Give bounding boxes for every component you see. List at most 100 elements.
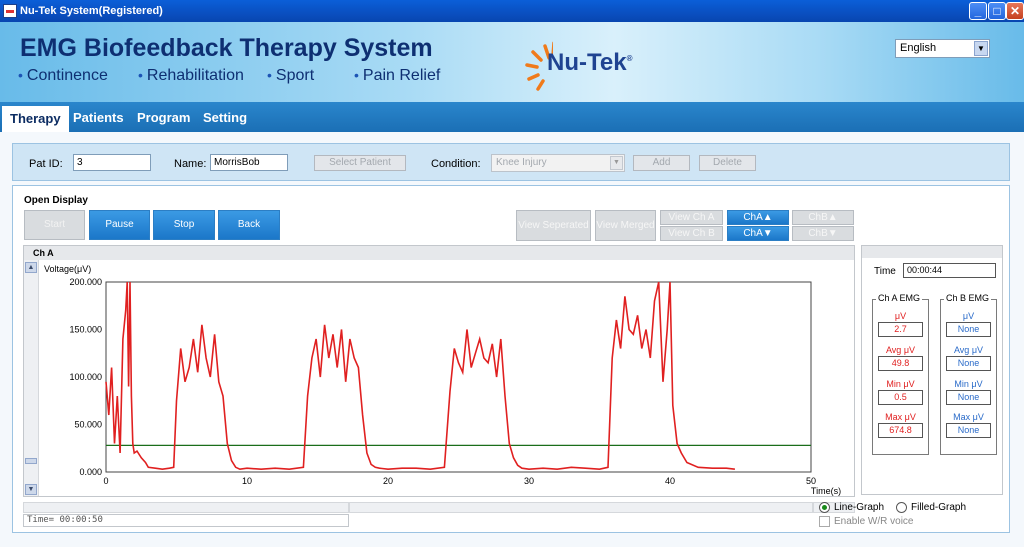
maximize-button[interactable]: □ <box>988 2 1006 20</box>
x-tick-label: 50 <box>806 476 816 486</box>
x-tick-label: 20 <box>383 476 393 486</box>
cha-min-label: Min μV <box>886 379 915 389</box>
nu-tek-logo: Nu-Tek® <box>523 34 653 94</box>
window-title: Nu-Tek System(Registered) <box>20 5 163 17</box>
x-tick-label: 30 <box>524 476 534 486</box>
cha-avg-value: 49.8 <box>878 356 923 371</box>
cha-avg-label: Avg μV <box>885 345 916 355</box>
chb-emg-title: Ch B EMG <box>944 293 992 303</box>
chb-avg-value: None <box>946 356 991 371</box>
pause-button[interactable]: Pause <box>89 210 150 240</box>
scroll-down-icon[interactable]: ▼ <box>25 484 37 495</box>
vertical-scrollbar[interactable]: ▲ ▼ <box>24 260 39 496</box>
name-field[interactable]: MorrisBob <box>210 154 288 171</box>
cha-down-button[interactable]: ChA▼ <box>727 226 789 241</box>
x-tick-label: 10 <box>242 476 252 486</box>
feature-item: Continence <box>18 67 108 85</box>
emg-readings-panel: Time 00:00:44 Ch A EMG μV 2.7 Avg μV 49.… <box>861 245 1003 495</box>
view-ch-a-button[interactable]: View Ch A <box>660 210 723 225</box>
horizontal-scrollbar[interactable] <box>23 502 349 513</box>
tab-patients[interactable]: Patients <box>73 110 124 125</box>
chevron-down-icon: ▼ <box>610 156 623 170</box>
x-tick-label: 0 <box>103 476 108 486</box>
chb-min-label: Min μV <box>954 379 983 389</box>
chb-up-button[interactable]: ChB▲ <box>792 210 854 225</box>
feature-item: Sport <box>267 67 314 85</box>
back-button[interactable]: Back <box>218 210 280 240</box>
scroll-up-icon[interactable]: ▲ <box>25 262 37 273</box>
minimize-button[interactable]: _ <box>969 2 987 20</box>
cha-max-label: Max μV <box>885 412 916 422</box>
cha-up-button[interactable]: ChA▲ <box>727 210 789 225</box>
view-separated-button[interactable]: View Seperated <box>516 210 591 241</box>
cha-emg-group: Ch A EMG μV 2.7 Avg μV 49.8 Min μV 0.5 M… <box>872 293 929 455</box>
line-graph-label: Line-Graph <box>834 502 885 513</box>
feature-item: Rehabilitation <box>138 67 244 85</box>
condition-select[interactable]: Knee Injury ▼ <box>491 154 625 172</box>
cha-min-value: 0.5 <box>878 390 923 405</box>
chb-uv-label: μV <box>962 311 975 321</box>
voice-checkbox[interactable] <box>819 516 830 527</box>
channel-label: Ch A <box>24 246 854 260</box>
y-tick-label: 50.000 <box>74 420 102 430</box>
y-tick-label: 0.000 <box>79 467 102 477</box>
patient-panel: Pat ID: 3 Name: MorrisBob Select Patient… <box>12 143 1010 181</box>
voice-label: Enable W/R voice <box>834 516 914 527</box>
feature-item: Pain Relief <box>354 67 440 85</box>
tab-setting[interactable]: Setting <box>203 110 247 125</box>
y-tick-label: 100.000 <box>69 372 102 382</box>
app-icon <box>3 4 17 18</box>
filled-graph-label: Filled-Graph <box>911 502 967 513</box>
cha-max-value: 674.8 <box>878 423 923 438</box>
cha-emg-title: Ch A EMG <box>876 293 923 303</box>
name-label: Name: <box>174 158 207 170</box>
side-header <box>862 246 1002 258</box>
time-value: 00:00:44 <box>903 263 996 278</box>
chb-uv-value: None <box>946 322 991 337</box>
select-patient-button[interactable]: Select Patient <box>314 155 406 171</box>
display-title: Open Display <box>24 195 88 206</box>
pat-id-label: Pat ID: <box>29 158 63 170</box>
app-title: EMG Biofeedback Therapy System <box>20 34 433 62</box>
chb-min-value: None <box>946 390 991 405</box>
display-panel: Open Display Start Pause Stop Back View … <box>12 185 1010 533</box>
time-readout: Time= 00:00:50 <box>23 514 349 527</box>
x-tick-label: 40 <box>665 476 675 486</box>
time-label: Time <box>874 266 896 277</box>
emg-chart: Voltage(μV) Time(s) 0.000 50.000 100.000 15… <box>44 264 841 496</box>
close-button[interactable]: ✕ <box>1006 2 1024 20</box>
language-select[interactable]: English ▼ <box>895 39 990 58</box>
view-merged-button[interactable]: View Merged <box>595 210 656 241</box>
language-value: English <box>900 42 937 54</box>
logo-text: Nu-Tek® <box>547 49 633 76</box>
tab-therapy[interactable]: Therapy <box>2 106 69 132</box>
line-graph-radio[interactable] <box>819 502 830 513</box>
tab-program[interactable]: Program <box>137 110 190 125</box>
chart-frame: Ch A ▲ ▼ Voltage(μV) Time(s) 0.000 50.000… <box>23 245 855 497</box>
chb-max-label: Max μV <box>953 412 984 422</box>
main-tabs: Therapy Patients Program Setting <box>0 102 1024 132</box>
start-button[interactable]: Start <box>24 210 85 240</box>
condition-label: Condition: <box>431 158 481 170</box>
chb-avg-label: Avg μV <box>953 345 984 355</box>
chb-down-button[interactable]: ChB▼ <box>792 226 854 241</box>
cha-uv-value: 2.7 <box>878 322 923 337</box>
chevron-down-icon: ▼ <box>974 41 988 56</box>
scroll-thumb[interactable] <box>25 458 37 464</box>
title-bar: Nu-Tek System(Registered) _ □ ✕ <box>0 0 1024 22</box>
condition-value: Knee Injury <box>496 157 547 168</box>
cha-uv-label: μV <box>894 311 907 321</box>
horizontal-scrollbar[interactable] <box>349 502 813 513</box>
pat-id-field[interactable]: 3 <box>73 154 151 171</box>
view-ch-b-button[interactable]: View Ch B <box>660 226 723 241</box>
chb-max-value: None <box>946 423 991 438</box>
x-axis-label: Time(s) <box>811 486 841 496</box>
chb-emg-group: Ch B EMG μV None Avg μV None Min μV None… <box>940 293 997 455</box>
delete-button[interactable]: Delete <box>699 155 756 171</box>
stop-button[interactable]: Stop <box>153 210 215 240</box>
add-button[interactable]: Add <box>633 155 690 171</box>
header-banner: EMG Biofeedback Therapy System Continenc… <box>0 22 1024 102</box>
filled-graph-radio[interactable] <box>896 502 907 513</box>
y-tick-label: 150.000 <box>69 325 102 335</box>
y-axis-label: Voltage(μV) <box>44 264 91 274</box>
